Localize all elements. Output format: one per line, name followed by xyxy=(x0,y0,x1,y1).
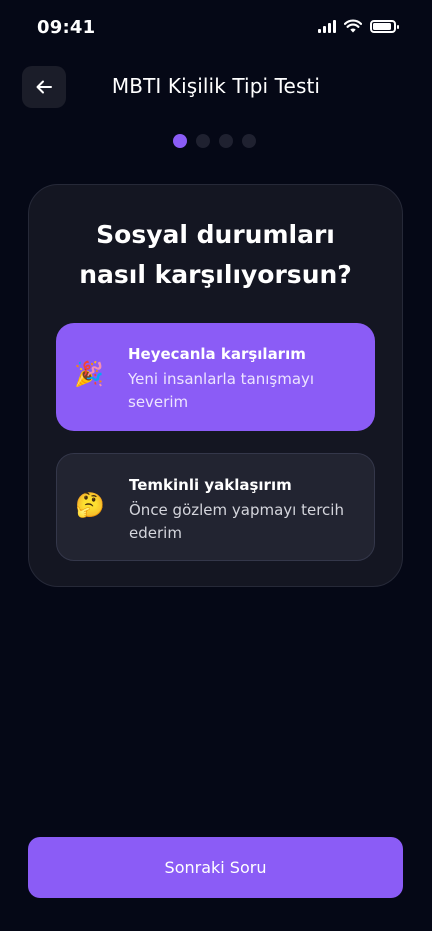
party-popper-icon: 🎉 xyxy=(74,360,104,388)
option-cautious[interactable]: 🤔 Temkinli yaklaşırım Önce gözlem yapmay… xyxy=(56,453,375,561)
option-title: Temkinli yaklaşırım xyxy=(129,476,292,494)
progress-dot-3 xyxy=(219,134,233,148)
next-question-button[interactable]: Sonraki Soru xyxy=(28,837,403,898)
quiz-screen: 09:41 MBTI Kişilik Tipi Testi Sosyal dur… xyxy=(0,0,432,931)
question-text: Sosyal durumları nasıl karşılıyorsun? xyxy=(79,220,352,289)
page-title: MBTI Kişilik Tipi Testi xyxy=(111,74,321,98)
status-icons xyxy=(318,19,399,33)
option-description: Önce gözlem yapmayı tercih ederim xyxy=(129,501,344,542)
option-description: Yeni insanlarla tanışmayı severim xyxy=(128,370,315,411)
question-card: Sosyal durumları nasıl karşılıyorsun? 🎉 … xyxy=(28,184,403,587)
cellular-signal-icon xyxy=(318,19,336,33)
option-excited[interactable]: 🎉 Heyecanla karşılarım Yeni insanlarla t… xyxy=(56,323,375,431)
thinking-face-icon: 🤔 xyxy=(75,491,105,519)
option-title: Heyecanla karşılarım xyxy=(128,345,306,363)
progress-dot-1 xyxy=(173,134,187,148)
progress-dot-2 xyxy=(196,134,210,148)
progress-dot-4 xyxy=(242,134,256,148)
wifi-icon xyxy=(344,19,362,33)
progress-indicator xyxy=(173,134,256,148)
battery-icon xyxy=(370,19,399,33)
status-bar: 09:41 xyxy=(0,0,432,56)
status-time: 09:41 xyxy=(37,17,96,38)
